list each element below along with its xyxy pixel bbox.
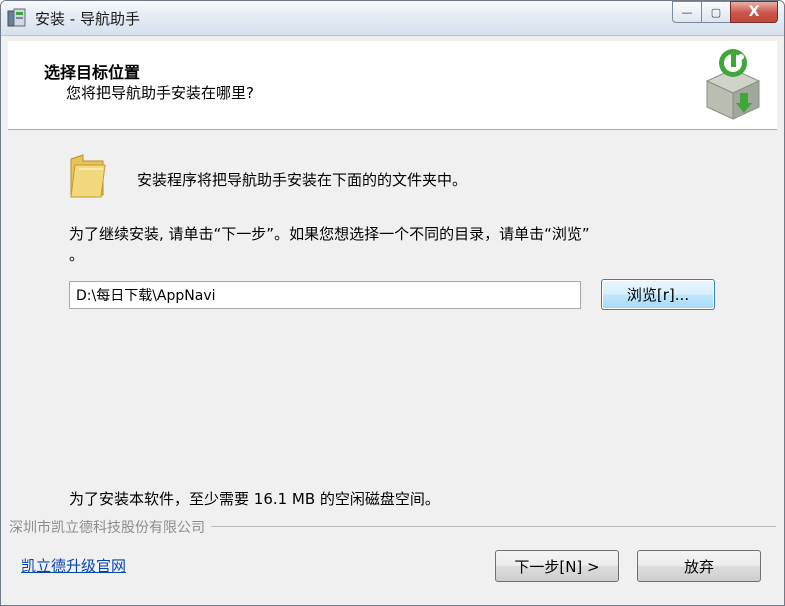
window-controls: — ▢ X <box>672 1 778 25</box>
intro-text: 安装程序将把导航助手安装在下面的的文件夹中。 <box>137 171 468 189</box>
page-subtitle: 您将把导航助手安装在哪里? <box>66 84 254 102</box>
installer-logo-icon <box>697 47 769 121</box>
minimize-icon: — <box>681 5 693 19</box>
page-title: 选择目标位置 <box>44 63 141 82</box>
instruction-text-cont: 。 <box>69 246 85 264</box>
minimize-button[interactable]: — <box>672 1 702 23</box>
wizard-header: 选择目标位置 您将把导航助手安装在哪里? <box>8 41 777 130</box>
cancel-button[interactable]: 放弃 <box>637 550 761 582</box>
install-path-input[interactable] <box>69 281 581 309</box>
folder-icon <box>67 151 109 199</box>
close-icon: X <box>748 4 760 20</box>
window-title: 安装 - 导航助手 <box>35 10 140 28</box>
company-divider: 深圳市凯立德科技股份有限公司 <box>9 517 776 537</box>
upgrade-website-link[interactable]: 凯立德升级官网 <box>21 555 126 576</box>
browse-button[interactable]: 浏览[r]... <box>601 279 715 310</box>
close-button[interactable]: X <box>730 1 778 23</box>
installer-window: 安装 - 导航助手 — ▢ X 选择目标位置 您将把导航助手安装在哪里? 安装程… <box>0 0 785 606</box>
maximize-button[interactable]: ▢ <box>701 1 731 23</box>
next-button[interactable]: 下一步[N] > <box>495 550 619 582</box>
space-required-text: 为了安装本软件，至少需要 16.1 MB 的空闲磁盘空间。 <box>69 490 440 508</box>
maximize-icon: ▢ <box>710 5 722 19</box>
instruction-text: 为了继续安装, 请单击“下一步”。如果您想选择一个不同的目录，请单击“浏览” <box>69 225 590 243</box>
app-icon <box>7 8 27 28</box>
title-bar[interactable]: 安装 - 导航助手 — ▢ X <box>1 1 784 36</box>
company-name: 深圳市凯立德科技股份有限公司 <box>9 517 211 537</box>
